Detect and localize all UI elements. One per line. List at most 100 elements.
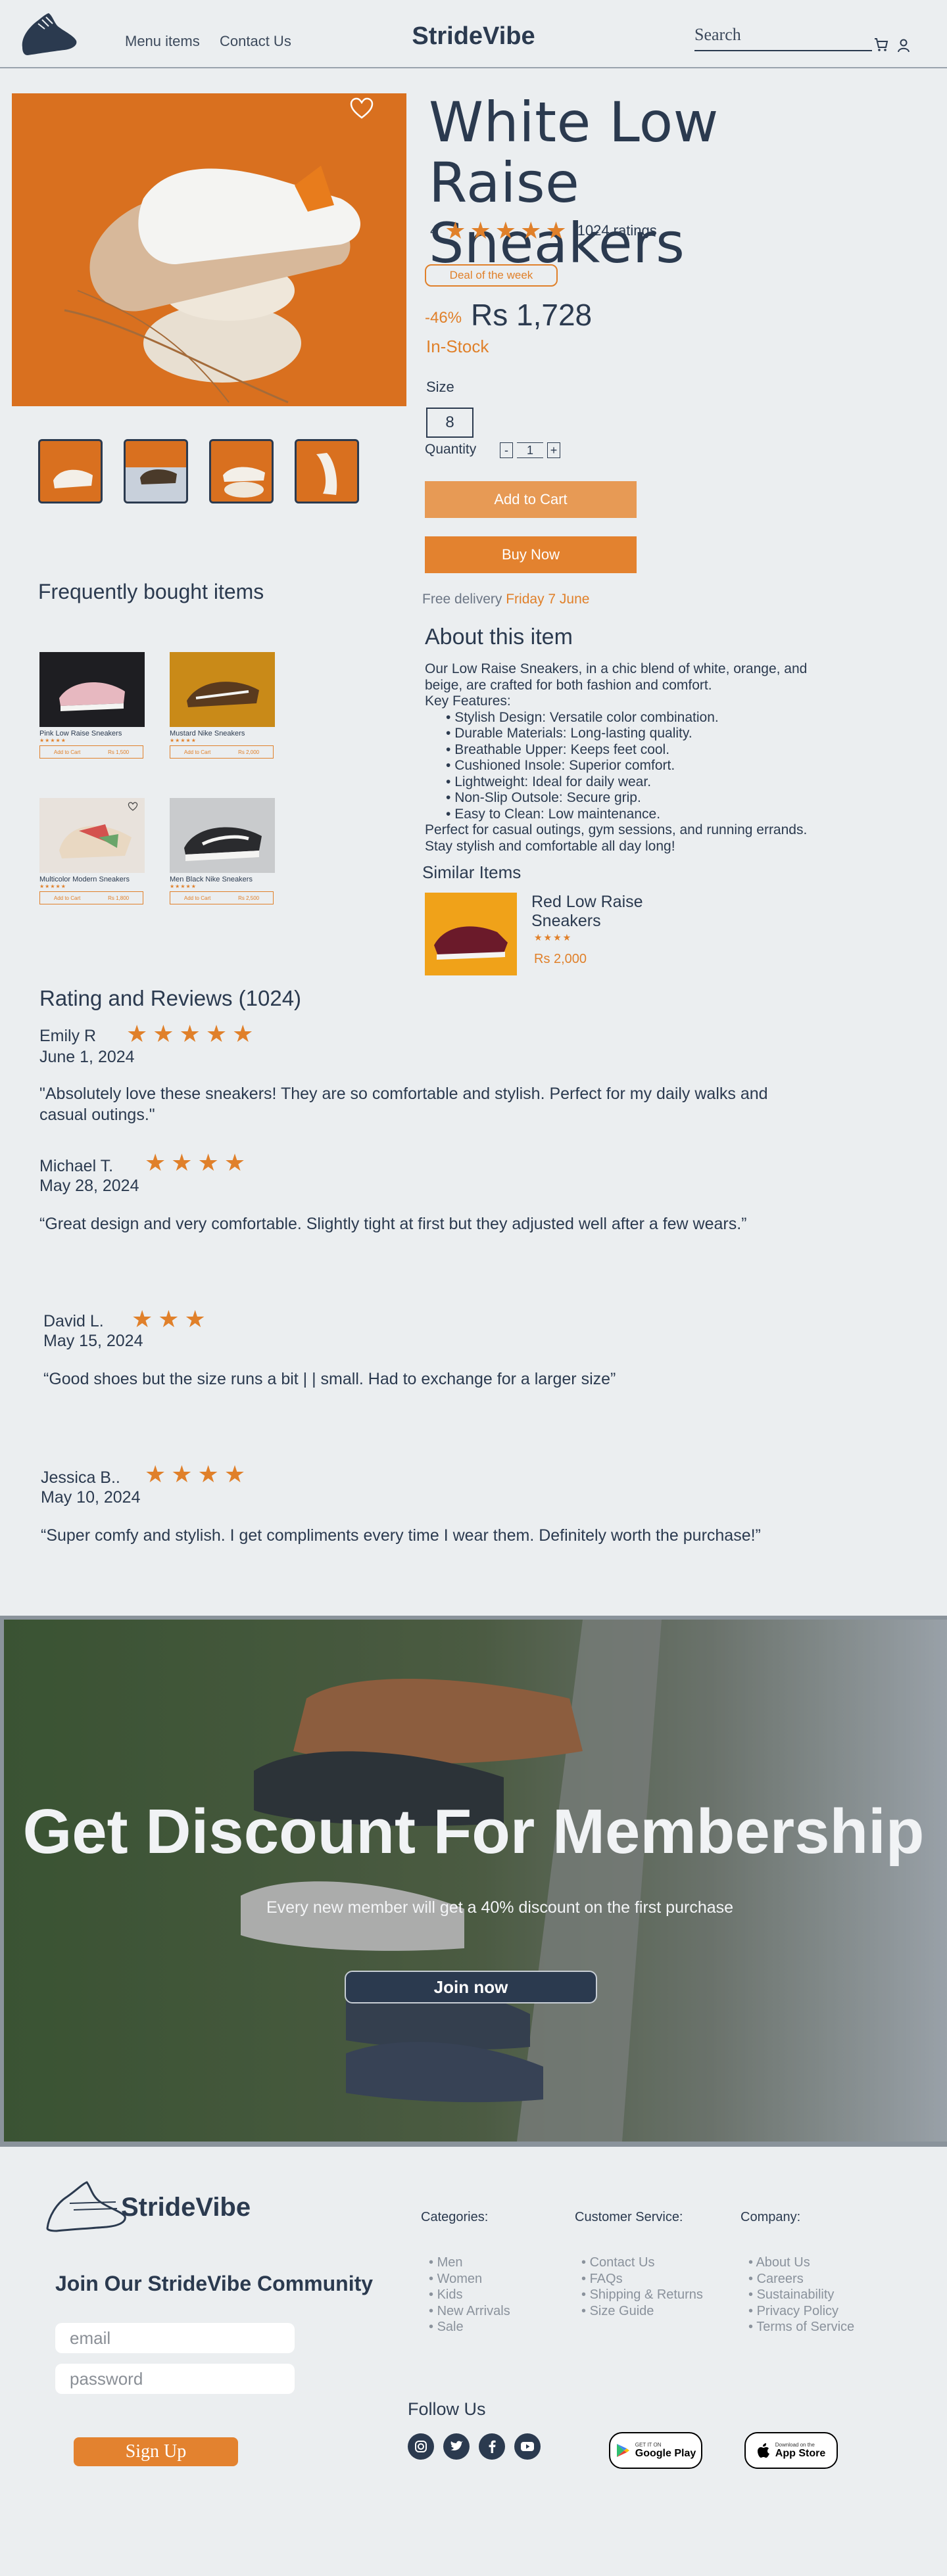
thumbnail-2[interactable] bbox=[124, 439, 188, 503]
deal-badge: Deal of the week bbox=[425, 264, 558, 287]
banner-title: Get Discount For Membership bbox=[22, 1796, 925, 1867]
product-title: White Low Raise Sneakers bbox=[429, 92, 850, 273]
fb-item-image[interactable] bbox=[170, 798, 275, 873]
about-title: About this item bbox=[425, 624, 573, 649]
user-icon[interactable] bbox=[897, 38, 910, 53]
thumbnail-3[interactable] bbox=[209, 439, 274, 503]
footer-brand[interactable]: StrideVibe bbox=[121, 2193, 251, 2222]
fb-add-label: Add to Cart bbox=[183, 749, 211, 755]
fb-item-image[interactable] bbox=[170, 652, 275, 727]
buy-now-button[interactable]: Buy Now bbox=[425, 536, 637, 573]
thumbnail-1[interactable] bbox=[38, 439, 103, 503]
youtube-icon[interactable] bbox=[514, 2433, 541, 2460]
app-store-badge[interactable]: Download on the App Store bbox=[744, 2432, 838, 2469]
facebook-icon[interactable] bbox=[479, 2433, 505, 2460]
about-description: Our Low Raise Sneakers, in a chic blend … bbox=[425, 661, 819, 855]
company-list: About Us Careers Sustainability Privacy … bbox=[748, 2255, 854, 2335]
fb-item-stars: ★★★★★ bbox=[39, 738, 66, 743]
footer-link-privacy-policy[interactable]: Privacy Policy bbox=[748, 2303, 854, 2320]
about-intro: Our Low Raise Sneakers, in a chic blend … bbox=[425, 661, 808, 693]
footer-link-sustainability[interactable]: Sustainability bbox=[748, 2287, 854, 2303]
review-text: “Great design and very comfortable. Slig… bbox=[39, 1215, 747, 1233]
add-to-cart-button[interactable]: Add to Cart bbox=[425, 481, 637, 518]
similar-item-image[interactable] bbox=[425, 893, 517, 975]
fb-add-to-cart-button[interactable]: Add to Cart Rs 1,500 bbox=[39, 745, 143, 759]
fb-add-to-cart-button[interactable]: Add to Cart Rs 1,800 bbox=[39, 891, 143, 904]
review-text: “Super comfy and stylish. I get complime… bbox=[41, 1526, 761, 1545]
footer-link-kids[interactable]: Kids bbox=[429, 2287, 510, 2303]
footer-link-contact-us[interactable]: Contact Us bbox=[581, 2255, 703, 2271]
review-stars: ★★★ bbox=[132, 1305, 211, 1332]
similar-item-name[interactable]: Red Low Raise Sneakers bbox=[531, 893, 650, 931]
size-label: Size bbox=[426, 379, 454, 395]
footer-link-careers[interactable]: Careers bbox=[748, 2271, 854, 2287]
fb-item-image[interactable] bbox=[39, 798, 145, 873]
fb-price: Rs 1,800 bbox=[108, 895, 130, 901]
categories-list: Men Women Kids New Arrivals Sale bbox=[429, 2255, 510, 2335]
twitter-icon[interactable] bbox=[443, 2433, 470, 2460]
fb-item-stars: ★★★★★ bbox=[170, 738, 197, 743]
categories-heading: Categories: bbox=[421, 2210, 489, 2224]
company-heading: Company: bbox=[741, 2210, 801, 2224]
reviewer-name: Emily R bbox=[39, 1027, 97, 1045]
quantity-minus-button[interactable]: - bbox=[500, 442, 513, 458]
about-outro: Perfect for casual outings, gym sessions… bbox=[425, 822, 808, 854]
footer-sneaker-logo-icon[interactable] bbox=[43, 2177, 129, 2234]
email-field[interactable]: email bbox=[55, 2323, 295, 2353]
sign-up-button[interactable]: Sign Up bbox=[74, 2437, 238, 2466]
fb-add-label: Add to Cart bbox=[53, 895, 81, 901]
reviewer-name: David L. bbox=[43, 1312, 104, 1330]
google-play-icon bbox=[616, 2444, 629, 2457]
cart-icon[interactable] bbox=[873, 37, 889, 53]
banner-subtitle: Every new member will get a 40% discount… bbox=[266, 1898, 734, 1917]
footer-link-shipping-returns[interactable]: Shipping & Returns bbox=[581, 2287, 703, 2303]
fb-item-name: Mustard Nike Sneakers bbox=[170, 730, 245, 738]
review-stars: ★★★★ bbox=[145, 1149, 251, 1176]
feature-item: Breathable Upper: Keeps feet cool. bbox=[446, 742, 819, 759]
fb-item-stars: ★★★★★ bbox=[39, 883, 66, 889]
password-field[interactable]: password bbox=[55, 2364, 295, 2394]
delivery-prefix: Free delivery bbox=[422, 592, 502, 607]
footer-link-new-arrivals[interactable]: New Arrivals bbox=[429, 2303, 510, 2320]
google-play-badge[interactable]: GET IT ON Google Play bbox=[609, 2432, 702, 2469]
product-rating: 4 ★★★★★ 1024 ratings bbox=[430, 217, 657, 245]
join-now-button[interactable]: Join now bbox=[345, 1971, 597, 2003]
footer-link-about-us[interactable]: About Us bbox=[748, 2255, 854, 2271]
fb-item-name: Multicolor Modern Sneakers bbox=[39, 876, 130, 883]
footer-link-faqs[interactable]: FAQs bbox=[581, 2271, 703, 2287]
heart-icon[interactable] bbox=[350, 97, 374, 120]
google-play-text: Google Play bbox=[635, 2447, 696, 2459]
rating-stars: ★★★★★ bbox=[445, 217, 571, 244]
fb-item-image[interactable] bbox=[39, 652, 145, 727]
similar-items-title: Similar Items bbox=[422, 862, 522, 882]
footer-link-size-guide[interactable]: Size Guide bbox=[581, 2303, 703, 2320]
app-store-small-text: Download on the bbox=[775, 2441, 815, 2448]
fb-add-label: Add to Cart bbox=[53, 749, 81, 755]
features-list: Stylish Design: Versatile color combinat… bbox=[425, 710, 819, 823]
footer-link-women[interactable]: Women bbox=[429, 2271, 510, 2287]
size-selector[interactable]: 8 bbox=[426, 408, 474, 438]
fb-price: Rs 1,500 bbox=[108, 749, 130, 755]
fb-add-to-cart-button[interactable]: Add to Cart Rs 2,000 bbox=[170, 745, 274, 759]
feature-item: Easy to Clean: Low maintenance. bbox=[446, 807, 819, 823]
ratings-count[interactable]: 1024 ratings bbox=[577, 222, 657, 239]
reviewer-name: Jessica B.. bbox=[41, 1468, 120, 1487]
feature-item: Lightweight: Ideal for daily wear. bbox=[446, 774, 819, 791]
quantity-plus-button[interactable]: + bbox=[547, 442, 560, 458]
apple-icon bbox=[757, 2443, 769, 2458]
fb-price: Rs 2,500 bbox=[238, 895, 260, 901]
footer-link-men[interactable]: Men bbox=[429, 2255, 510, 2271]
site-header: Menu items Contact Us StrideVibe Search bbox=[0, 0, 947, 68]
thumbnail-4[interactable] bbox=[295, 439, 359, 503]
quantity-value[interactable]: 1 bbox=[517, 442, 543, 458]
heart-icon[interactable] bbox=[128, 802, 138, 811]
instagram-icon[interactable] bbox=[408, 2433, 434, 2460]
footer-link-sale[interactable]: Sale bbox=[429, 2319, 510, 2335]
search-input[interactable]: Search bbox=[694, 25, 872, 51]
review-date: May 15, 2024 bbox=[43, 1332, 143, 1350]
product-title-line-1: White Low bbox=[429, 90, 719, 154]
footer-link-terms[interactable]: Terms of Service bbox=[748, 2319, 854, 2335]
fb-add-to-cart-button[interactable]: Add to Cart Rs 2,500 bbox=[170, 891, 274, 904]
membership-banner bbox=[4, 1620, 947, 2142]
frequently-bought-title: Frequently bought items bbox=[38, 580, 264, 603]
